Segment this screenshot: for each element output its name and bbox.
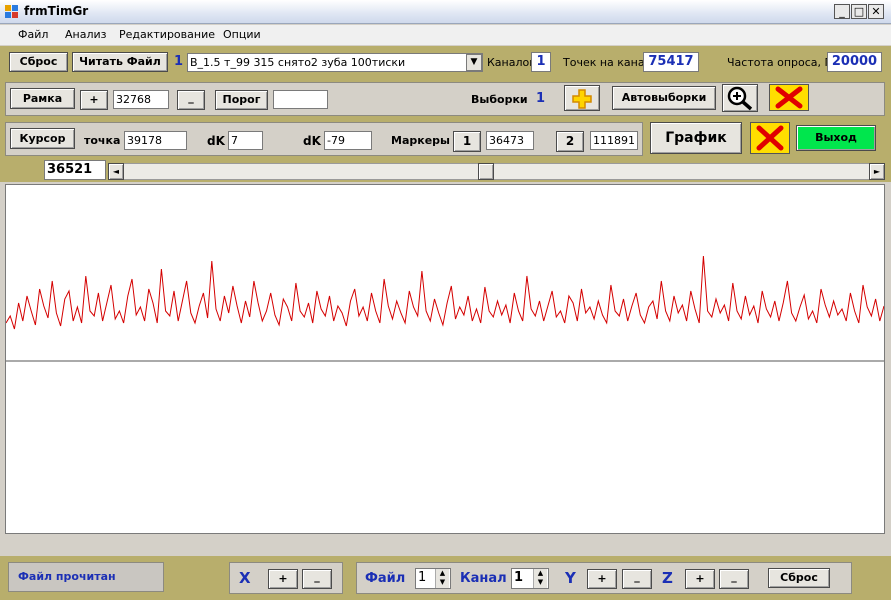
status-panel: Файл прочитан bbox=[8, 562, 164, 592]
app-icon bbox=[5, 5, 19, 19]
horizontal-scrollbar[interactable] bbox=[108, 163, 885, 180]
exit-button[interactable]: Выход bbox=[796, 125, 876, 151]
file-select[interactable]: B_1.5 т_99 315 снято2 зуба 100тиски bbox=[187, 53, 483, 72]
marker1-button[interactable]: 1 bbox=[453, 131, 481, 152]
points-value: 75417 bbox=[643, 52, 699, 72]
read-file-button[interactable]: Читать Файл bbox=[72, 52, 168, 72]
graph-button[interactable]: График bbox=[650, 122, 742, 154]
file-spinner-value: 1 bbox=[418, 570, 427, 585]
red-x-icon bbox=[775, 86, 803, 109]
marker2-button[interactable]: 2 bbox=[556, 131, 584, 152]
channels-label: Каналов bbox=[487, 56, 536, 69]
channel-label: Канал bbox=[460, 571, 507, 586]
menu-analysis[interactable]: Анализ bbox=[65, 28, 107, 41]
x-minus-button[interactable]: _ bbox=[302, 569, 332, 589]
file-spinner-arrows-icon[interactable]: ▲ ▼ bbox=[435, 569, 449, 588]
samples-value: 1 bbox=[536, 91, 546, 106]
z-label: Z bbox=[662, 569, 673, 587]
clear-graph-button[interactable] bbox=[750, 122, 790, 154]
scroll-right-arrow-icon[interactable]: ► bbox=[869, 163, 885, 180]
dropdown-arrow-icon[interactable]: ▼ bbox=[466, 54, 482, 71]
minimize-button[interactable]: _ bbox=[834, 4, 850, 19]
z-minus-button[interactable]: _ bbox=[719, 569, 749, 589]
add-sample-button[interactable] bbox=[564, 85, 600, 111]
file-select-value: B_1.5 т_99 315 снято2 зуба 100тиски bbox=[190, 56, 406, 69]
signal-plot[interactable] bbox=[5, 184, 885, 534]
threshold-button[interactable]: Порог bbox=[215, 90, 268, 110]
channel-spinner-value: 1 bbox=[514, 570, 524, 585]
title-bar bbox=[0, 0, 891, 24]
zoom-in-button[interactable] bbox=[722, 84, 758, 112]
reset-button[interactable]: Сброс bbox=[9, 52, 68, 72]
close-button[interactable]: ✕ bbox=[868, 4, 884, 19]
samples-label: Выборки bbox=[471, 93, 528, 106]
frequency-value: 20000 bbox=[827, 52, 882, 72]
menu-edit[interactable]: Редактирование bbox=[119, 28, 215, 41]
dk1-label: dK bbox=[207, 134, 225, 148]
y-plus-button[interactable]: + bbox=[587, 569, 617, 589]
markers-label: Маркеры bbox=[391, 134, 450, 147]
marker1-field[interactable]: 36473 bbox=[486, 131, 534, 150]
status-text: Файл прочитан bbox=[18, 570, 116, 583]
file-index: 1 bbox=[174, 54, 184, 69]
channels-value: 1 bbox=[531, 52, 551, 72]
x-plus-button[interactable]: + bbox=[268, 569, 298, 589]
clear-samples-button[interactable] bbox=[769, 84, 809, 111]
signal-chart bbox=[5, 255, 885, 362]
dk1-field[interactable]: 7 bbox=[228, 131, 263, 150]
threshold-field[interactable] bbox=[273, 90, 328, 109]
menu-file[interactable]: Файл bbox=[18, 28, 48, 41]
red-x-icon-2 bbox=[756, 125, 784, 151]
scroll-thumb[interactable] bbox=[478, 163, 494, 180]
frequency-label: Частота опроса, Гц bbox=[727, 56, 839, 69]
channel-spinner-arrows-icon[interactable]: ▲ ▼ bbox=[533, 569, 547, 588]
scroll-position-field[interactable]: 36521 bbox=[44, 160, 106, 180]
points-label: Точек на канал bbox=[563, 56, 652, 69]
z-plus-button[interactable]: + bbox=[685, 569, 715, 589]
plus-cross-icon bbox=[572, 89, 592, 109]
y-minus-button[interactable]: _ bbox=[622, 569, 652, 589]
frame-plus-button[interactable]: + bbox=[80, 90, 108, 110]
scroll-left-arrow-icon[interactable]: ◄ bbox=[108, 163, 124, 180]
spacer bbox=[0, 536, 891, 556]
zoom-in-icon bbox=[727, 86, 753, 111]
x-label: X bbox=[239, 569, 251, 587]
frame-minus-button[interactable]: _ bbox=[177, 90, 205, 110]
signal-series-line bbox=[5, 255, 885, 330]
dk2-field[interactable]: -79 bbox=[324, 131, 372, 150]
cursor-button[interactable]: Курсор bbox=[10, 128, 75, 149]
file-label: Файл bbox=[365, 571, 406, 586]
window-title: frmTimGr bbox=[24, 4, 89, 18]
y-label: Y bbox=[565, 569, 576, 587]
point-field[interactable]: 39178 bbox=[124, 131, 187, 150]
menu-options[interactable]: Опции bbox=[223, 28, 261, 41]
point-label: точка bbox=[84, 134, 121, 147]
dk2-label: dK bbox=[303, 134, 321, 148]
frame-button[interactable]: Рамка bbox=[10, 88, 75, 109]
marker2-field[interactable]: 111891 bbox=[590, 131, 638, 150]
scale-reset-button[interactable]: Сброс bbox=[768, 568, 830, 588]
autosamples-button[interactable]: Автовыборки bbox=[612, 86, 716, 110]
maximize-button[interactable]: □ bbox=[851, 4, 867, 19]
frame-field[interactable]: 32768 bbox=[113, 90, 169, 109]
